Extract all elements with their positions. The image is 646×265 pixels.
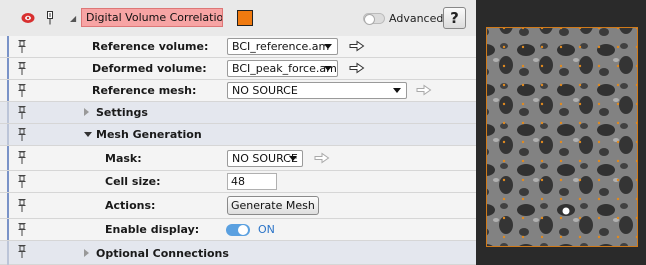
- help-button[interactable]: ?: [443, 7, 466, 29]
- pin-icon[interactable]: [18, 106, 26, 119]
- mesh-generation-group-row[interactable]: Mesh Generation: [0, 124, 476, 146]
- pin-icon[interactable]: [18, 199, 26, 212]
- connect-arrow-icon[interactable]: [349, 40, 365, 52]
- mask-select[interactable]: NO SOURCE: [227, 150, 303, 167]
- module-color-swatch[interactable]: [237, 10, 253, 26]
- toggle-knob: [364, 14, 375, 25]
- collapse-arrow-icon[interactable]: ◢: [70, 14, 76, 23]
- module-name-field[interactable]: Digital Volume Correlation: [81, 8, 223, 27]
- cell-size-row: Cell size: 48: [0, 171, 476, 193]
- connect-arrow-icon[interactable]: [416, 84, 432, 96]
- reference-mesh-label: Reference mesh:: [92, 84, 197, 97]
- deformed-volume-select[interactable]: BCI_peak_force.am: [227, 60, 338, 77]
- pin-icon[interactable]: [18, 223, 26, 236]
- viewer-3d[interactable]: [476, 0, 646, 265]
- module-pin-icon[interactable]: [46, 11, 54, 25]
- mesh-bounding-box: [486, 27, 638, 247]
- deformed-volume-label: Deformed volume:: [92, 62, 207, 75]
- reference-mesh-value: NO SOURCE: [232, 84, 298, 97]
- actions-label: Actions:: [105, 199, 156, 212]
- mask-value: NO SOURCE: [232, 152, 298, 165]
- connect-arrow-icon[interactable]: [314, 152, 330, 164]
- module-type-icon[interactable]: [21, 12, 35, 24]
- deformed-volume-value: BCI_peak_force.am: [232, 62, 337, 75]
- generate-mesh-button[interactable]: Generate Mesh: [227, 196, 319, 215]
- advanced-toggle[interactable]: [363, 13, 385, 25]
- mask-label: Mask:: [105, 152, 142, 165]
- pin-icon[interactable]: [18, 175, 26, 188]
- toggle-knob: [238, 225, 248, 235]
- row-accent-bar: [7, 193, 9, 218]
- pin-icon[interactable]: [18, 245, 26, 258]
- expand-arrow-icon[interactable]: [84, 249, 89, 257]
- actions-row: Actions: Generate Mesh: [0, 193, 476, 219]
- reference-volume-row: Reference volume: BCI_reference.am: [0, 36, 476, 58]
- cell-size-label: Cell size:: [105, 175, 161, 188]
- pin-icon[interactable]: [18, 40, 26, 53]
- reference-volume-value: BCI_reference.am: [232, 40, 330, 53]
- dropdown-arrow-icon: [324, 44, 332, 49]
- reference-volume-select[interactable]: BCI_reference.am: [227, 38, 338, 55]
- mesh-generation-label: Mesh Generation: [96, 128, 202, 141]
- settings-label: Settings: [96, 106, 148, 119]
- row-accent-bar: [7, 146, 9, 170]
- deformed-volume-row: Deformed volume: BCI_peak_force.am: [0, 58, 476, 80]
- row-accent-bar: [7, 219, 9, 240]
- row-accent-bar: [7, 124, 9, 145]
- row-accent-bar: [7, 241, 9, 265]
- optional-connections-group-row[interactable]: Optional Connections: [0, 241, 476, 265]
- properties-panel: ◢ Digital Volume Correlation Advanced ? …: [0, 0, 476, 265]
- pin-icon[interactable]: [18, 62, 26, 75]
- row-accent-bar: [7, 171, 9, 192]
- reference-mesh-select[interactable]: NO SOURCE: [227, 82, 407, 99]
- enable-display-toggle[interactable]: [226, 224, 250, 236]
- row-accent-bar: [7, 102, 9, 123]
- enable-display-state: ON: [258, 223, 275, 236]
- dropdown-arrow-icon: [289, 156, 297, 161]
- connect-arrow-icon[interactable]: [349, 62, 365, 74]
- pin-icon[interactable]: [18, 151, 26, 164]
- settings-group-row[interactable]: Settings: [0, 102, 476, 124]
- mask-row: Mask: NO SOURCE: [0, 146, 476, 171]
- reference-mesh-row: Reference mesh: NO SOURCE: [0, 80, 476, 102]
- row-accent-bar: [7, 58, 9, 79]
- optional-connections-label: Optional Connections: [96, 247, 229, 260]
- enable-display-row: Enable display: ON: [0, 219, 476, 241]
- advanced-label: Advanced: [389, 12, 444, 25]
- pin-icon[interactable]: [18, 84, 26, 97]
- pin-icon[interactable]: [18, 128, 26, 141]
- row-accent-bar: [7, 36, 9, 57]
- reference-volume-label: Reference volume:: [92, 40, 209, 53]
- enable-display-label: Enable display:: [105, 223, 200, 236]
- expand-arrow-icon[interactable]: [84, 108, 89, 116]
- collapse-arrow-icon[interactable]: [84, 132, 92, 137]
- dropdown-arrow-icon: [324, 66, 332, 71]
- row-accent-bar: [7, 80, 9, 101]
- cell-size-input[interactable]: 48: [227, 173, 277, 190]
- module-header: ◢ Digital Volume Correlation Advanced ?: [0, 0, 476, 37]
- dropdown-arrow-icon: [393, 88, 401, 93]
